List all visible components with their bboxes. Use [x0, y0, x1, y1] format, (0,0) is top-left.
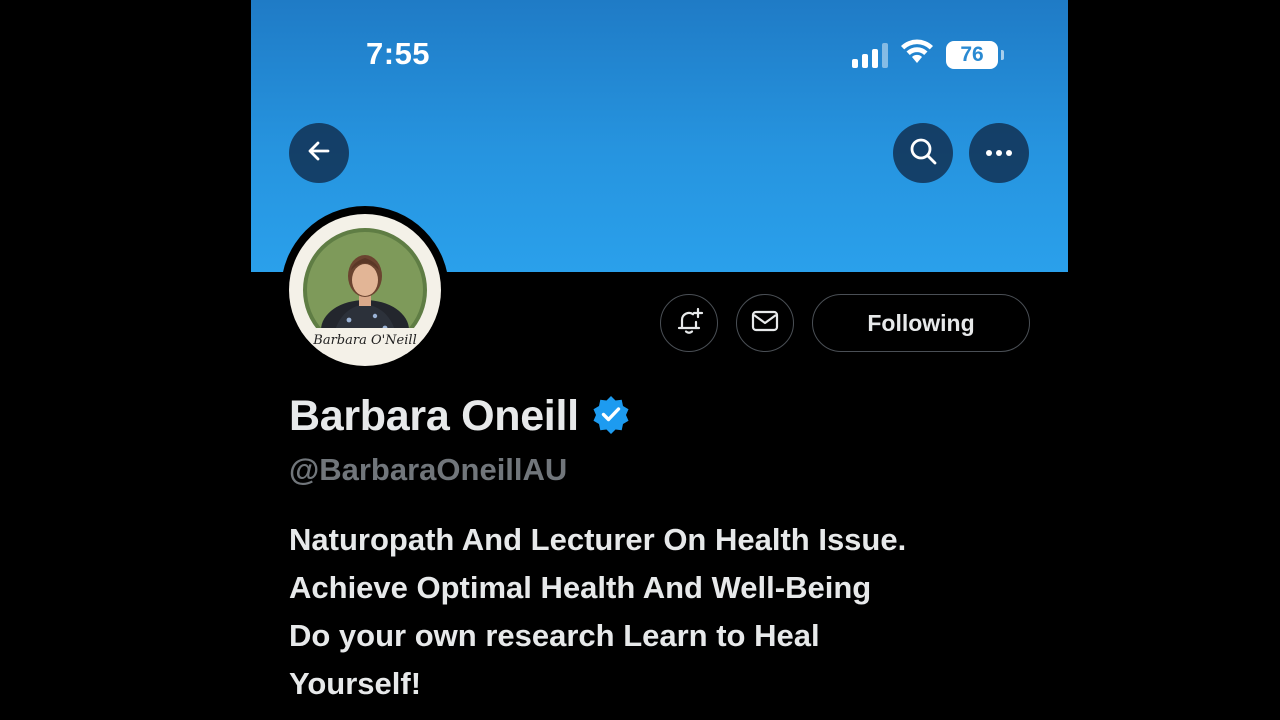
notifications-button[interactable] [660, 294, 718, 352]
bell-plus-icon [674, 306, 704, 341]
back-button[interactable] [289, 123, 349, 183]
battery-indicator: 76 [946, 40, 1004, 69]
status-time: 7:55 [366, 36, 431, 71]
message-button[interactable] [736, 294, 794, 352]
bio-line: Yourself! [289, 666, 422, 701]
more-button[interactable] [969, 123, 1029, 183]
display-name: Barbara Oneill [289, 392, 579, 440]
cellular-signal-icon [852, 42, 888, 68]
arrow-left-icon [305, 137, 333, 170]
profile-screen: 7:55 76 Barbara O'Neill Following Barbar… [251, 0, 1068, 720]
battery-level: 76 [960, 42, 984, 66]
avatar[interactable]: Barbara O'Neill [281, 206, 449, 374]
name-row: Barbara Oneill [289, 392, 631, 441]
bio-line: Achieve Optimal Health And Well-Being [289, 570, 872, 605]
avatar-caption: Barbara O'Neill [289, 328, 441, 354]
envelope-icon [750, 308, 780, 339]
avatar-person-illustration [321, 255, 409, 338]
status-indicators: 76 [852, 39, 1004, 70]
avatar-image: Barbara O'Neill [289, 214, 441, 366]
wifi-icon [900, 39, 934, 70]
verified-badge-icon[interactable] [591, 394, 631, 439]
bio-line: Do your own research Learn to Heal [289, 618, 820, 653]
search-icon [908, 136, 938, 171]
user-handle: @BarbaraOneillAU [289, 452, 568, 487]
more-dots-icon [985, 144, 1013, 162]
following-button[interactable]: Following [812, 294, 1030, 352]
search-button[interactable] [893, 123, 953, 183]
profile-bio: Naturopath And Lecturer On Health Issue.… [289, 516, 1049, 708]
bio-line: Naturopath And Lecturer On Health Issue. [289, 522, 907, 557]
